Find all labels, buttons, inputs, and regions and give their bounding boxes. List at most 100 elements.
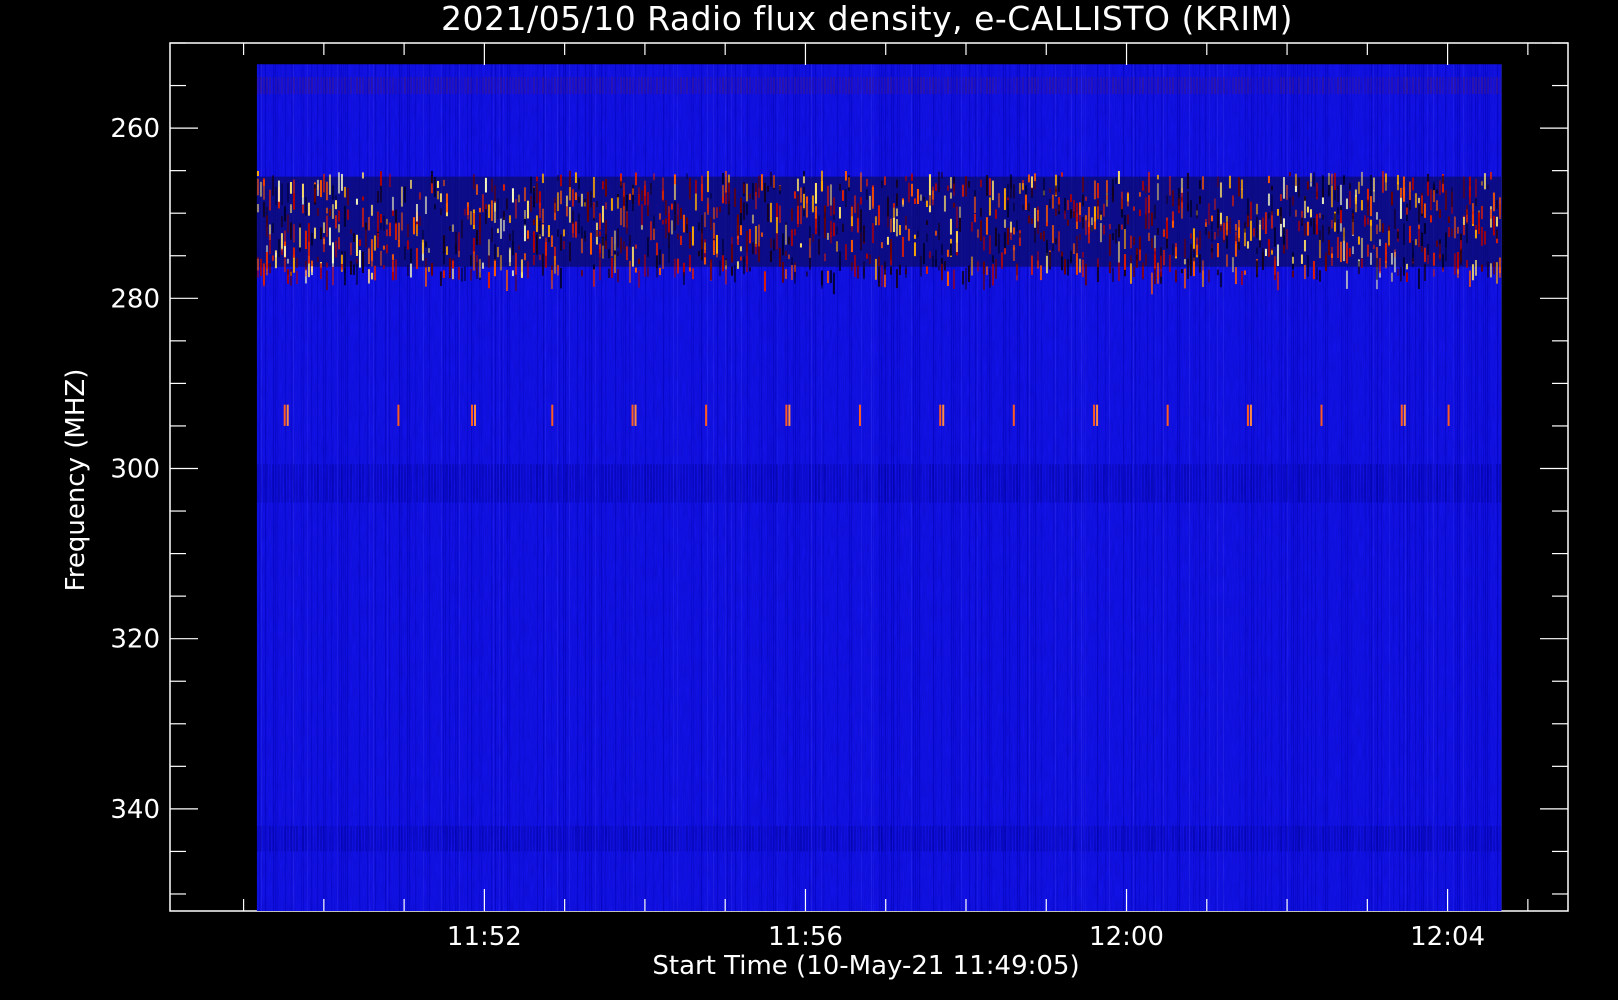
heatmap-band-cell (568, 187, 571, 201)
heatmap-band-cell (1357, 181, 1360, 194)
heatmap-band-cell (1414, 464, 1417, 503)
heatmap-band-cell (358, 239, 361, 246)
heatmap-band-cell (1438, 239, 1441, 244)
heatmap-band-cell (1408, 464, 1411, 503)
heatmap-band-cell (853, 825, 856, 852)
heatmap-band-cell (508, 825, 511, 852)
heatmap-band-cell (787, 825, 790, 852)
heatmap-band-cell (1222, 825, 1225, 852)
heatmap-band-cell (1441, 188, 1444, 193)
heatmap-band-cell (589, 825, 592, 852)
heatmap-band-cell (406, 240, 409, 250)
heatmap-band-cell (880, 264, 883, 287)
heatmap-band-cell (640, 224, 643, 230)
heatmap-band-cell (754, 464, 757, 503)
heatmap-band-cell (547, 464, 550, 503)
heatmap-band-cell (1246, 825, 1249, 852)
heatmap-band-cell (817, 77, 820, 95)
heatmap-band-cell (1090, 77, 1093, 95)
heatmap-band-cell (757, 187, 760, 198)
heatmap-band-cell (1045, 252, 1048, 274)
heatmap-band-cell (1219, 825, 1222, 852)
heatmap-band-cell (343, 186, 346, 198)
heatmap-band-cell (304, 825, 307, 852)
heatmap-band-cell (817, 215, 820, 237)
heatmap-band-cell (262, 825, 265, 852)
heatmap-band-cell (952, 202, 955, 208)
heatmap-band-cell (1156, 183, 1159, 201)
heatmap-band-cell (1417, 825, 1420, 852)
heatmap-band-cell (859, 197, 862, 205)
heatmap-band-cell (676, 77, 679, 95)
heatmap-band-cell (1060, 464, 1063, 503)
heatmap-band-cell (418, 216, 421, 227)
heatmap-spike (397, 404, 400, 426)
heatmap-band-cell (1279, 464, 1282, 503)
heatmap-band-cell (343, 268, 346, 286)
heatmap-band-cell (814, 77, 817, 95)
heatmap-band-cell (1390, 191, 1393, 206)
heatmap-band-cell (646, 77, 649, 95)
heatmap-band-cell (1456, 252, 1459, 269)
heatmap-band-cell (322, 236, 325, 253)
heatmap-band-cell (1306, 206, 1309, 213)
heatmap-band-cell (1297, 220, 1300, 232)
heatmap-band-cell (514, 252, 517, 275)
heatmap-band-cell (1192, 228, 1195, 249)
heatmap-band-cell (682, 270, 685, 285)
heatmap-band-cell (1183, 825, 1186, 852)
heatmap-band-cell (1147, 464, 1150, 503)
heatmap-band-cell (1000, 464, 1003, 503)
heatmap-band-cell (388, 464, 391, 503)
heatmap-band-cell (1498, 825, 1501, 852)
heatmap-band-cell (1360, 171, 1363, 186)
heatmap-band-cell (307, 77, 310, 95)
heatmap-band-cell (925, 825, 928, 852)
heatmap-band-cell (331, 204, 334, 219)
heatmap-band-cell (793, 77, 796, 95)
heatmap-band-cell (1498, 197, 1501, 220)
heatmap-band-cell (1171, 220, 1174, 228)
heatmap-band-cell (763, 464, 766, 503)
heatmap-band-cell (1384, 77, 1387, 95)
heatmap-band-cell (1474, 464, 1477, 503)
heatmap-band-cell (904, 265, 907, 278)
heatmap-band-cell (1171, 464, 1174, 503)
heatmap-band-cell (1360, 825, 1363, 852)
heatmap-band-cell (1474, 825, 1477, 852)
heatmap-band-cell (1420, 77, 1423, 95)
heatmap-band-cell (1351, 464, 1354, 503)
heatmap-band-cell (1252, 464, 1255, 503)
heatmap-band-cell (529, 195, 532, 213)
heatmap-band-cell (1315, 267, 1318, 280)
heatmap-band-cell (556, 175, 559, 181)
heatmap-band-cell (439, 208, 442, 216)
y-tick-label: 340 (110, 795, 160, 825)
heatmap-band-cell (1066, 259, 1069, 276)
heatmap-band-cell (781, 233, 784, 256)
heatmap-band-cell (598, 231, 601, 237)
heatmap-band-cell (556, 264, 559, 276)
heatmap-band-cell (661, 177, 664, 193)
heatmap-band-cell (577, 213, 580, 234)
heatmap-band-cell (538, 77, 541, 95)
heatmap-band-cell (604, 825, 607, 852)
heatmap-band-cell (379, 214, 382, 223)
heatmap-band-cell (1378, 464, 1381, 503)
heatmap-band-cell (601, 236, 604, 246)
heatmap-band-cell (1216, 228, 1219, 237)
heatmap-band-cell (772, 239, 775, 251)
heatmap-band-cell (589, 77, 592, 95)
heatmap-band-cell (313, 77, 316, 95)
heatmap-band-cell (685, 173, 688, 179)
heatmap-band-cell (625, 212, 628, 234)
heatmap-band-cell (1495, 464, 1498, 503)
heatmap-band-cell (268, 263, 271, 274)
heatmap-band-cell (493, 77, 496, 95)
heatmap-band-cell (1396, 464, 1399, 503)
heatmap-band-cell (388, 77, 391, 95)
heatmap-band-cell (1093, 180, 1096, 200)
heatmap-band-cell (724, 464, 727, 503)
heatmap-band-cell (1351, 825, 1354, 852)
heatmap-band-cell (967, 464, 970, 503)
